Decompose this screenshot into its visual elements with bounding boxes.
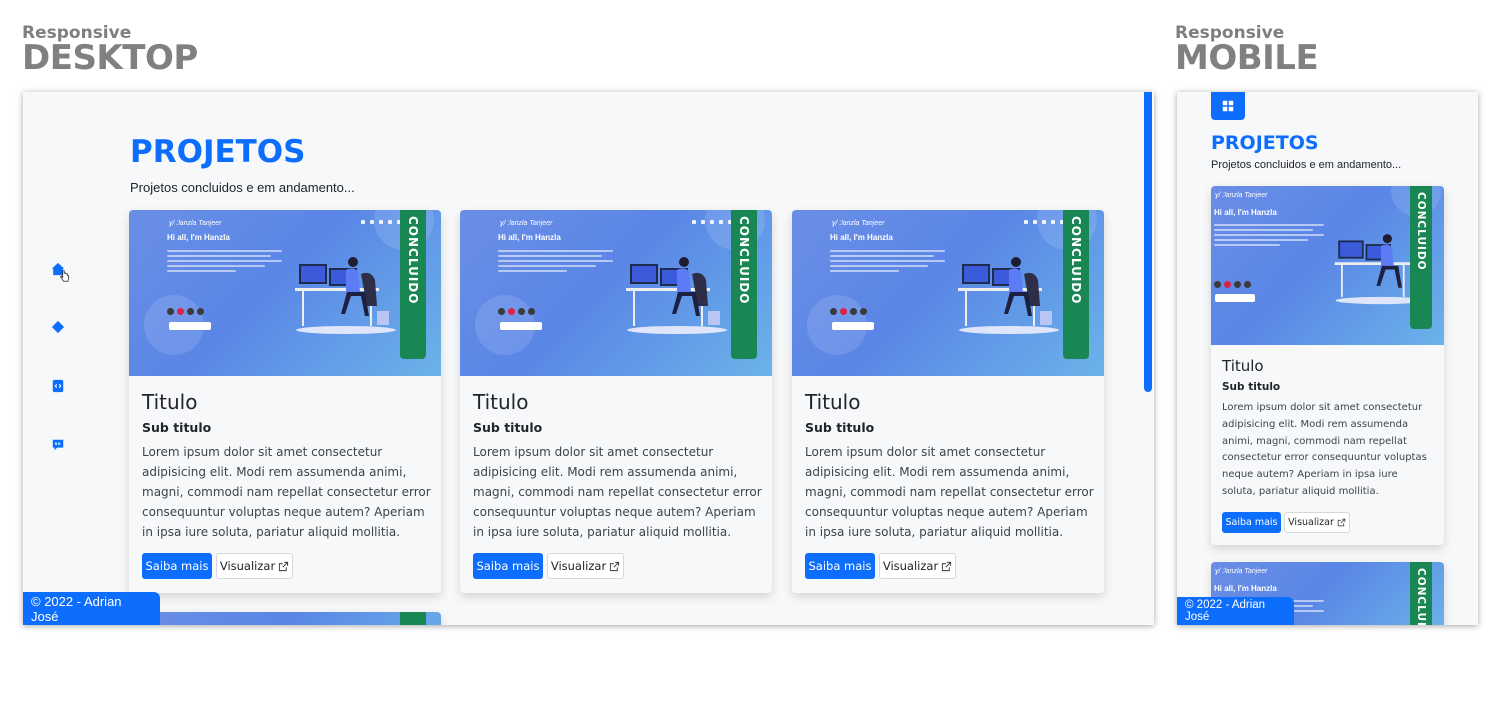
saiba-mais-button[interactable]: Saiba mais [142, 553, 212, 579]
visualizar-button[interactable]: Visualizar [879, 553, 956, 579]
card-title: Titulo [805, 390, 861, 414]
project-preview-image: ɣ/ ℐanzla Tanjeer Hi all, I'm Hanzla CON… [460, 210, 772, 376]
card-subtitle: Sub titulo [142, 420, 212, 435]
status-badge: CONCLUIDO [400, 210, 426, 359]
card-title: Titulo [473, 390, 529, 414]
saiba-mais-button[interactable]: Saiba mais [1222, 512, 1281, 533]
mobile-frame: PROJETOS Projetos concluidos e em andame… [1177, 92, 1478, 625]
external-link-icon [279, 561, 289, 571]
status-badge: CONCLUIDO [1410, 562, 1432, 625]
project-card [129, 612, 441, 625]
card-description: Lorem ipsum dolor sit amet consectetur a… [1222, 402, 1427, 497]
project-card: ɣ/ ℐanzla Tanjeer Hi all, I'm Hanzla CON… [460, 210, 772, 593]
card-description: Lorem ipsum dolor sit amet consectetur a… [805, 445, 1094, 539]
external-link-icon [610, 561, 620, 571]
footer-copyright: © 2022 - Adrian José [23, 592, 160, 625]
project-card: ɣ/ ℐanzla Tanjeer Hi all, I'm Hanzla CON… [129, 210, 441, 593]
saiba-mais-button[interactable]: Saiba mais [473, 553, 543, 579]
mobile-caption-big: MOBILE [1175, 38, 1319, 78]
card-subtitle: Sub titulo [805, 420, 875, 435]
card-title: Titulo [142, 390, 198, 414]
page-title: PROJETOS [130, 134, 306, 170]
saiba-mais-button[interactable]: Saiba mais [805, 553, 875, 579]
external-link-icon [942, 561, 952, 571]
diamond-icon[interactable] [51, 320, 65, 334]
visualizar-button[interactable]: Visualizar [1284, 512, 1350, 533]
visualizar-label: Visualizar [219, 559, 276, 573]
grid-icon [1222, 100, 1234, 112]
visualizar-label: Visualizar [882, 559, 939, 573]
project-preview-image: ɣ/ ℐanzla Tanjeer Hi all, I'm Hanzla CON… [1211, 186, 1444, 345]
status-badge: CONCLUIDO [731, 210, 757, 359]
chat-quote-icon[interactable] [51, 438, 65, 452]
page-title: PROJETOS [1211, 132, 1319, 154]
external-link-icon [1337, 518, 1346, 527]
project-preview-image: ɣ/ ℐanzla Tanjeer Hi all, I'm Hanzla CON… [129, 210, 441, 376]
desktop-caption-big: DESKTOP [22, 38, 198, 78]
menu-button[interactable] [1211, 92, 1245, 120]
visualizar-label: Visualizar [1288, 517, 1334, 528]
card-description: Lorem ipsum dolor sit amet consectetur a… [142, 445, 431, 539]
page-subtitle: Projetos concluidos e em andamento... [1211, 159, 1402, 171]
visualizar-button[interactable]: Visualizar [216, 553, 293, 579]
visualizar-button[interactable]: Visualizar [547, 553, 624, 579]
project-preview-image: ɣ/ ℐanzla Tanjeer Hi all, I'm Hanzla CON… [792, 210, 1104, 376]
project-card: ɣ/ ℐanzla Tanjeer Hi all, I'm Hanzla CON… [792, 210, 1104, 593]
card-title: Titulo [1222, 357, 1264, 375]
footer-copyright: © 2022 - Adrian José [1177, 597, 1294, 625]
visualizar-label: Visualizar [550, 559, 607, 573]
card-description: Lorem ipsum dolor sit amet consectetur a… [473, 445, 762, 539]
status-badge: CONCLUIDO [1063, 210, 1089, 359]
card-subtitle: Sub titulo [473, 420, 543, 435]
screenshot-stage: Responsive DESKTOP Responsive MOBILE PRO… [0, 0, 1500, 720]
page-subtitle: Projetos concluidos e em andamento... [130, 180, 355, 195]
status-badge: CONCLUIDO [1410, 186, 1432, 329]
code-icon[interactable] [51, 379, 65, 393]
scrollbar[interactable] [1144, 92, 1152, 392]
hand-cursor-icon [59, 270, 71, 282]
project-card: ɣ/ ℐanzla Tanjeer Hi all, I'm Hanzla CON… [1211, 186, 1444, 545]
card-subtitle: Sub titulo [1222, 381, 1281, 393]
project-preview-image [129, 612, 441, 625]
desktop-frame: PROJETOS Projetos concluidos e em andame… [23, 92, 1154, 625]
